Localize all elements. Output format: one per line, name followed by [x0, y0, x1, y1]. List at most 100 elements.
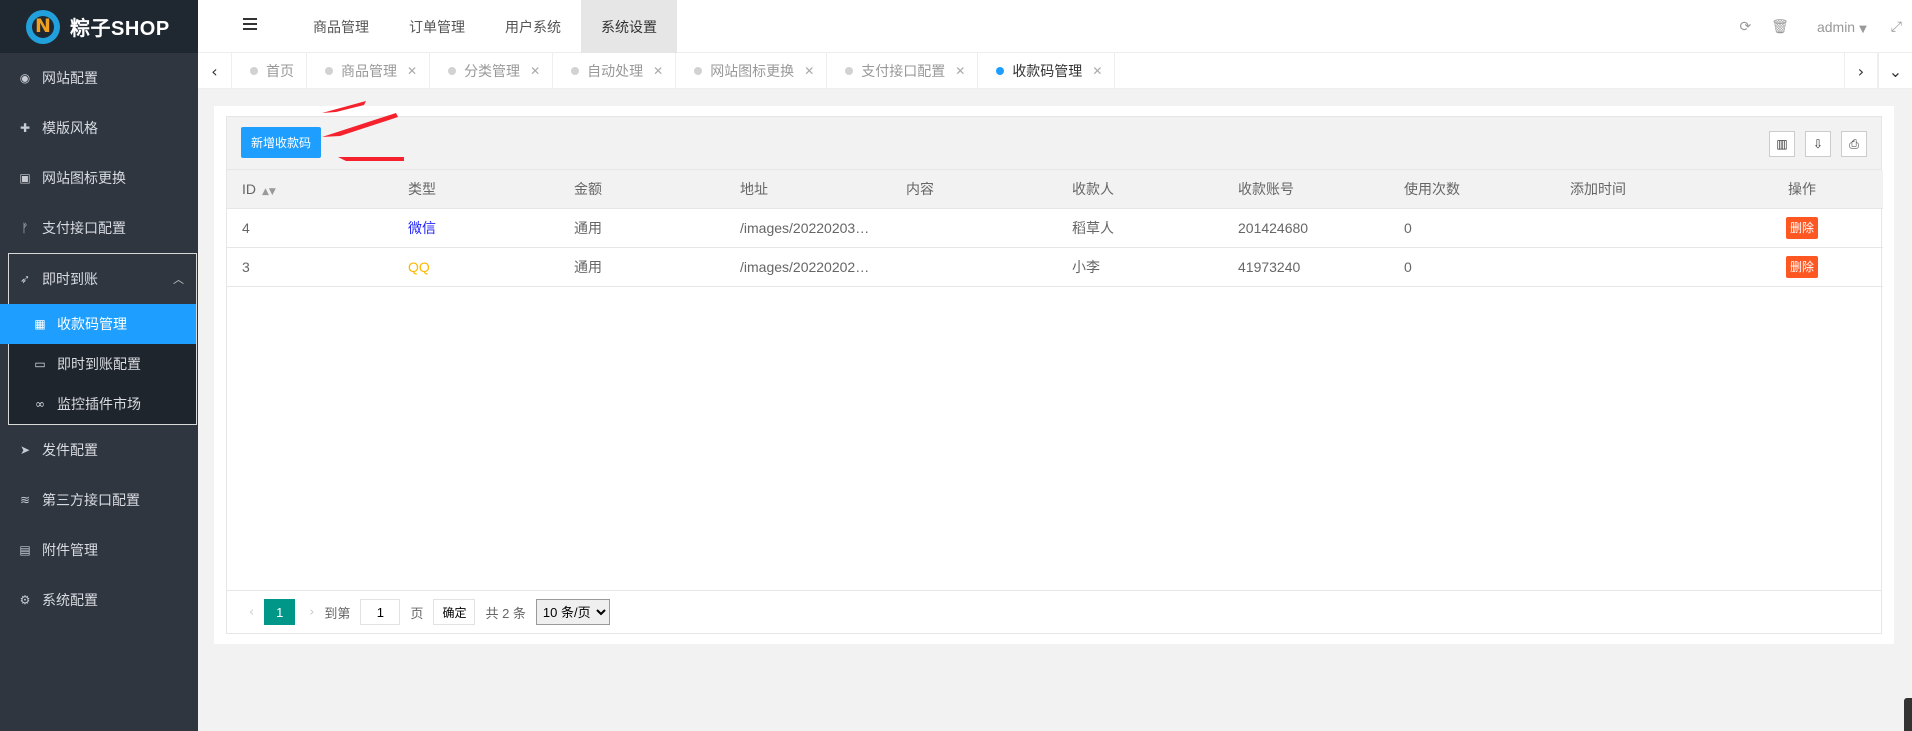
close-icon[interactable]: ✕ — [407, 64, 417, 78]
tab-auto[interactable]: 自动处理 ✕ — [553, 53, 677, 89]
gear-icon: ⚙ — [19, 593, 31, 607]
tabs-scroll-left-icon[interactable]: ‹ — [198, 53, 232, 89]
rocket-icon: ➶ — [19, 272, 31, 286]
tab-dot — [325, 67, 333, 75]
sidebar-item-instant[interactable]: ➶ 即时到账 ︿ — [9, 254, 196, 304]
cell-account: 41973240 — [1223, 247, 1389, 287]
sidebar-subitem-instant-config[interactable]: ▭ 即时到账配置 — [9, 344, 196, 384]
tabs-scroll-right-icon[interactable]: › — [1844, 53, 1878, 89]
sidebar-item-site-icon[interactable]: ▣ 网站图标更换 — [0, 153, 198, 203]
sidebar-item-third-party[interactable]: ≋ 第三方接口配置 — [0, 475, 198, 525]
table-row[interactable]: 3 QQ 通用 /images/20220202… 小李 41973240 0 … — [227, 247, 1883, 287]
caret-down-icon: ▼ — [1859, 23, 1867, 35]
delete-button[interactable]: 删除 — [1785, 216, 1818, 239]
tab-dot — [845, 67, 854, 75]
sidebar-menu: ◉ 网站配置 ✚ 模版风格 ▣ 网站图标更换 ᚠ 支付接口配置 — [0, 53, 198, 253]
cell-payee: 小李 — [1057, 247, 1223, 287]
data-table-box: 新增收款码 ▥ ⇩ ⎙ ID ▲▼ 类型 金额 地址 内容 收款人 收款账号 使… — [226, 116, 1883, 634]
sidebar-subitem-plugin-market[interactable]: ∞ 监控插件市场 — [9, 384, 196, 424]
cell-action: 删除 — [1721, 247, 1883, 287]
qrcode-icon: ▦ — [34, 317, 46, 331]
columns-filter-icon[interactable]: ▥ — [1769, 131, 1795, 157]
tab-qrcode[interactable]: 收款码管理 ✕ — [978, 53, 1116, 89]
export-icon[interactable]: ⇩ — [1805, 131, 1831, 157]
refresh-icon[interactable]: ⟳ — [1739, 19, 1751, 35]
user-menu[interactable]: admin ▼ — [1817, 19, 1867, 35]
topnav-products[interactable]: 商品管理 — [293, 0, 389, 53]
cell-added — [1555, 208, 1721, 248]
goto-page-input[interactable] — [360, 599, 401, 625]
add-qrcode-button[interactable]: 新增收款码 — [241, 127, 322, 158]
cell-address: /images/20220202… — [725, 247, 891, 287]
close-icon[interactable]: ✕ — [530, 64, 540, 78]
branch-icon: ᚠ — [21, 221, 29, 235]
cell-payee: 稻草人 — [1057, 208, 1223, 248]
table-row[interactable]: 4 微信 通用 /images/20220203… 稻草人 201424680 … — [227, 208, 1883, 248]
tab-products[interactable]: 商品管理 ✕ — [307, 53, 431, 89]
tab-home[interactable]: 首页 — [232, 53, 307, 89]
tab-dot — [250, 67, 258, 75]
close-icon[interactable]: ✕ — [1092, 64, 1102, 78]
cell-uses: 0 — [1389, 208, 1555, 248]
close-icon[interactable]: ✕ — [653, 64, 663, 78]
fullscreen-icon[interactable]: ⤢ — [1891, 19, 1902, 35]
sidebar-item-site-config[interactable]: ◉ 网站配置 — [0, 53, 198, 103]
trash-icon[interactable]: 🗑 — [1771, 19, 1789, 35]
scroll-handle[interactable] — [1904, 698, 1912, 731]
sidebar-item-label: 即时到账 — [42, 271, 98, 287]
table-header-row: ID ▲▼ 类型 金额 地址 内容 收款人 收款账号 使用次数 添加时间 操作 — [227, 170, 1883, 209]
print-icon[interactable]: ⎙ — [1841, 131, 1867, 157]
close-icon[interactable]: ✕ — [955, 64, 965, 78]
header-actions: ⟳ 🗑 admin ▼ ⤢ — [1729, 0, 1912, 53]
close-icon[interactable]: ✕ — [804, 64, 814, 78]
col-label: ID — [242, 180, 256, 197]
topnav-settings[interactable]: 系统设置 — [581, 0, 677, 53]
cell-content — [891, 208, 1057, 248]
confirm-button[interactable]: 确定 — [433, 599, 476, 625]
per-page-select[interactable]: 10 条/页 — [535, 599, 610, 625]
sidebar-item-system[interactable]: ⚙ 系统配置 — [0, 575, 198, 625]
sidebar-item-attachments[interactable]: ▤ 附件管理 — [0, 525, 198, 575]
logo[interactable]: 粽子SHOP — [0, 0, 198, 53]
wifi-icon: ≋ — [19, 493, 31, 507]
sidebar-item-template[interactable]: ✚ 模版风格 — [0, 103, 198, 153]
prev-page-icon[interactable]: ‹ — [249, 605, 254, 620]
tab-categories[interactable]: 分类管理 ✕ — [430, 53, 554, 89]
table-toolbar: 新增收款码 ▥ ⇩ ⎙ — [227, 117, 1881, 170]
puzzle-icon: ✚ — [19, 121, 31, 135]
cell-added — [1555, 247, 1721, 287]
sort-icon[interactable]: ▲▼ — [262, 187, 276, 197]
sidebar-item-mail[interactable]: ➤ 发件配置 — [0, 425, 198, 475]
tab-label: 商品管理 — [341, 63, 397, 79]
menu-toggle-icon[interactable] — [243, 18, 257, 30]
col-content: 内容 — [891, 170, 1057, 209]
cell-id: 3 — [227, 247, 393, 287]
topnav-users[interactable]: 用户系统 — [485, 0, 581, 53]
laptop-icon: ▭ — [34, 357, 46, 371]
tab-dot — [571, 67, 580, 75]
chevron-up-icon: ︿ — [173, 273, 184, 286]
sidebar-item-payment[interactable]: ᚠ 支付接口配置 — [0, 203, 198, 253]
sidebar-item-label: 网站配置 — [42, 70, 98, 86]
brand-logo-icon — [26, 9, 60, 44]
sidebar-subitem-qrcode[interactable]: ▦ 收款码管理 — [0, 304, 196, 344]
cell-id: 4 — [227, 208, 393, 248]
col-id[interactable]: ID ▲▼ — [227, 170, 393, 209]
delete-button[interactable]: 删除 — [1785, 255, 1818, 278]
tab-site-icon[interactable]: 网站图标更换 ✕ — [676, 53, 828, 89]
goto-label: 到第 — [324, 605, 351, 621]
total-count: 共 2 条 — [485, 605, 526, 621]
next-page-icon[interactable]: › — [309, 605, 314, 620]
sidebar-submenu: ▦ 收款码管理 ▭ 即时到账配置 ∞ 监控插件市场 — [0, 304, 196, 424]
tab-label: 分类管理 — [464, 63, 521, 79]
tabs-menu-chevron-down-icon[interactable]: ⌄ — [1878, 53, 1912, 89]
topnav-orders[interactable]: 订单管理 — [389, 0, 485, 53]
tab-payment[interactable]: 支付接口配置 ✕ — [827, 53, 979, 89]
sidebar-item-label: 网站图标更换 — [42, 170, 126, 186]
tab-label: 首页 — [266, 63, 294, 79]
page-tabs: 首页 商品管理 ✕ 分类管理 ✕ 自动处理 ✕ 网站图标更换 ✕ 支付接口配置 … — [232, 53, 1116, 89]
current-page[interactable]: 1 — [264, 599, 296, 625]
table-tools: ▥ ⇩ ⎙ — [1759, 131, 1867, 157]
send-icon: ➤ — [19, 443, 31, 457]
cell-action: 删除 — [1721, 208, 1883, 248]
